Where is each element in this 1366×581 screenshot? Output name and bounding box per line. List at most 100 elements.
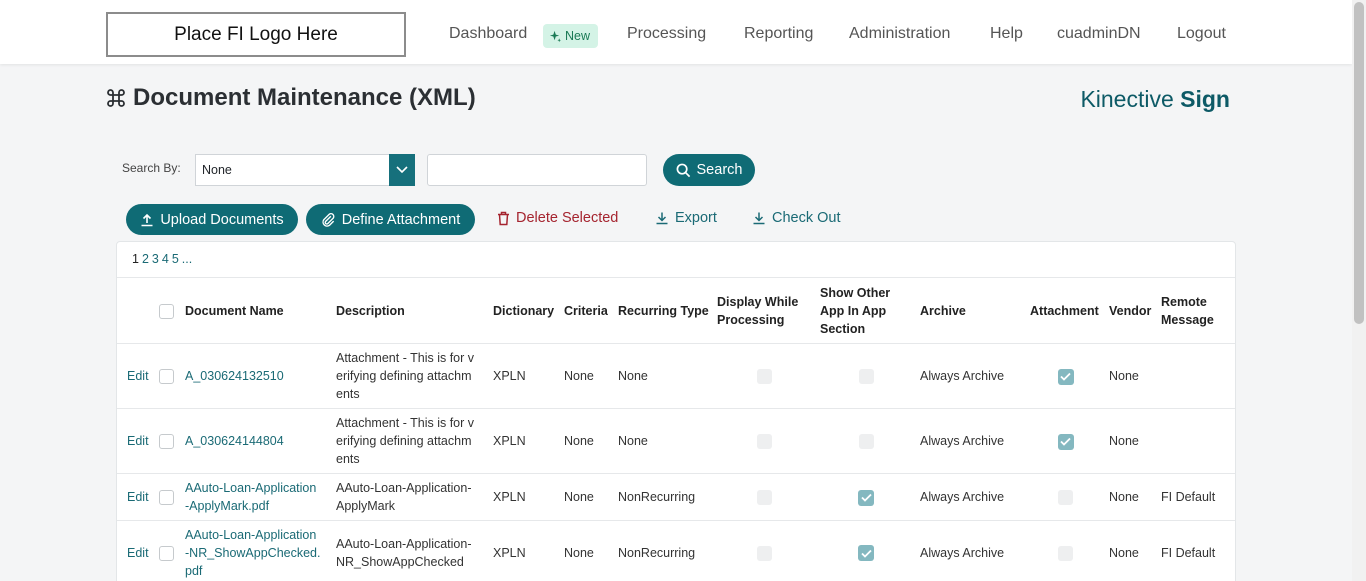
attachment-cell: [1026, 474, 1105, 521]
document-name-link[interactable]: AAuto-Loan-Application -NR_ShowAppChecked…: [181, 521, 332, 581]
col-archive[interactable]: Archive: [916, 278, 1026, 344]
show-other-app-checked: [858, 489, 874, 506]
documents-table: Document Name Description Dictionary Cri…: [117, 277, 1235, 581]
description-cell: Attachment - This is for v erifying defin…: [332, 344, 489, 409]
fi-logo-placeholder[interactable]: Place FI Logo Here: [106, 12, 406, 57]
checkmark-icon: [860, 549, 872, 558]
archive-cell: Always Archive: [920, 490, 1005, 504]
show-other-app-unchecked: [858, 369, 874, 385]
description-line: erifying defining attachm: [336, 434, 472, 448]
delete-selected-button[interactable]: Delete Selected: [497, 210, 618, 226]
search-button-label: Search: [696, 162, 743, 178]
edit-link[interactable]: Edit: [117, 474, 155, 521]
row-select-cell: [155, 409, 181, 474]
search-by-label: Search By:: [122, 161, 181, 175]
page-more-link[interactable]: ...: [182, 252, 192, 266]
nav-dashboard[interactable]: Dashboard: [449, 25, 527, 43]
col-document-name[interactable]: Document Name: [181, 278, 332, 344]
nav-help[interactable]: Help: [990, 25, 1023, 43]
checkmark-icon: [860, 494, 872, 502]
vendor-cell: None: [1109, 369, 1139, 383]
col-select: [155, 278, 181, 344]
page-scrollbar-thumb[interactable]: [1354, 2, 1364, 324]
recurring-type-cell: None: [618, 434, 648, 448]
upload-documents-label: Upload Documents: [160, 211, 284, 228]
col-dictionary[interactable]: Dictionary: [489, 278, 560, 344]
page-link[interactable]: 4: [162, 252, 169, 266]
col-remote-line: Remote: [1161, 294, 1207, 309]
table-row: Edit AAuto-Loan-Application -NR_ShowAppChe…: [117, 521, 1235, 581]
page-link[interactable]: 2: [142, 252, 149, 266]
search-input[interactable]: [427, 154, 647, 186]
page-scrollbar[interactable]: [1352, 0, 1366, 581]
page-current[interactable]: 1: [132, 252, 139, 266]
show-other-app-cell: [816, 521, 916, 581]
download-icon: [753, 212, 765, 225]
row-select-checkbox[interactable]: [159, 490, 174, 506]
document-name-line: AAuto-Loan-Application: [185, 481, 317, 495]
dictionary-cell: XPLN: [493, 490, 526, 504]
page-link[interactable]: 5: [172, 252, 179, 266]
col-recurring-type[interactable]: Recurring Type: [614, 278, 713, 344]
nav-administration[interactable]: Administration: [849, 25, 950, 43]
col-display-while-processing[interactable]: Display While Processing: [713, 278, 816, 344]
col-show-line: Section: [820, 321, 866, 336]
col-attachment[interactable]: Attachment: [1026, 278, 1105, 344]
search-by-select[interactable]: None: [195, 154, 415, 186]
upload-documents-button[interactable]: Upload Documents: [126, 204, 298, 235]
check-out-button[interactable]: Check Out: [752, 210, 841, 226]
description-cell: Attachment - This is for v erifying defin…: [332, 409, 489, 474]
nav-logout[interactable]: Logout: [1177, 25, 1226, 43]
search-by-dropdown-button[interactable]: [389, 154, 415, 186]
attachment-cell: [1026, 409, 1105, 474]
document-name-link[interactable]: AAuto-Loan-Application -ApplyMark.pdf: [181, 474, 332, 521]
document-name-link[interactable]: A_030624144804: [181, 409, 332, 474]
row-select-checkbox[interactable]: [159, 434, 174, 450]
row-select-checkbox[interactable]: [159, 545, 174, 561]
edit-link[interactable]: Edit: [117, 521, 155, 581]
edit-link[interactable]: Edit: [117, 409, 155, 474]
description-line: ents: [336, 387, 360, 401]
criteria-cell: None: [564, 545, 594, 560]
description-line: ents: [336, 452, 360, 466]
description-line: erifying defining attachm: [336, 369, 472, 383]
nav-processing[interactable]: Processing: [627, 25, 706, 43]
documents-table-card: 1 2 3 4 5 ... Document Name Description …: [116, 241, 1236, 581]
archive-cell: Always Archive: [920, 434, 1005, 448]
row-select-cell: [155, 474, 181, 521]
col-display-line: Display While: [717, 294, 799, 309]
display-while-processing-unchecked: [757, 545, 772, 561]
define-attachment-button[interactable]: Define Attachment: [306, 204, 475, 235]
col-remote-message[interactable]: Remote Message: [1157, 278, 1235, 344]
show-other-app-cell: [816, 409, 916, 474]
vendor-cell: None: [1109, 434, 1139, 448]
page-link[interactable]: 3: [152, 252, 159, 266]
col-criteria[interactable]: Criteria: [560, 278, 614, 344]
archive-cell: Always Archive: [920, 545, 1005, 560]
edit-link[interactable]: Edit: [117, 344, 155, 409]
document-name-link[interactable]: A_030624132510: [181, 344, 332, 409]
criteria-cell: None: [564, 434, 594, 448]
row-select-checkbox[interactable]: [159, 369, 174, 385]
show-other-app-unchecked: [858, 434, 874, 450]
export-button[interactable]: Export: [655, 210, 717, 226]
download-icon: [656, 212, 668, 225]
select-all-checkbox[interactable]: [159, 303, 174, 319]
col-vendor[interactable]: Vendor: [1105, 278, 1157, 344]
col-show-line: App In App: [820, 303, 887, 318]
table-header-row: Document Name Description Dictionary Cri…: [117, 277, 1235, 344]
col-show-other-app[interactable]: Show Other App In App Section: [816, 278, 916, 344]
dictionary-cell: XPLN: [493, 545, 526, 560]
description-line: ApplyMark: [336, 499, 396, 513]
search-button[interactable]: Search: [663, 154, 755, 186]
display-while-processing-cell: [713, 409, 816, 474]
vendor-cell: None: [1109, 490, 1139, 504]
col-description[interactable]: Description: [332, 278, 489, 344]
criteria-cell: None: [564, 369, 594, 383]
display-while-processing-cell: [713, 344, 816, 409]
nav-reporting[interactable]: Reporting: [744, 25, 813, 43]
pagination: 1 2 3 4 5 ...: [132, 252, 192, 266]
nav-user[interactable]: cuadminDN: [1057, 25, 1141, 43]
delete-selected-label: Delete Selected: [516, 210, 619, 226]
description-line: Attachment - This is for v: [336, 351, 475, 365]
